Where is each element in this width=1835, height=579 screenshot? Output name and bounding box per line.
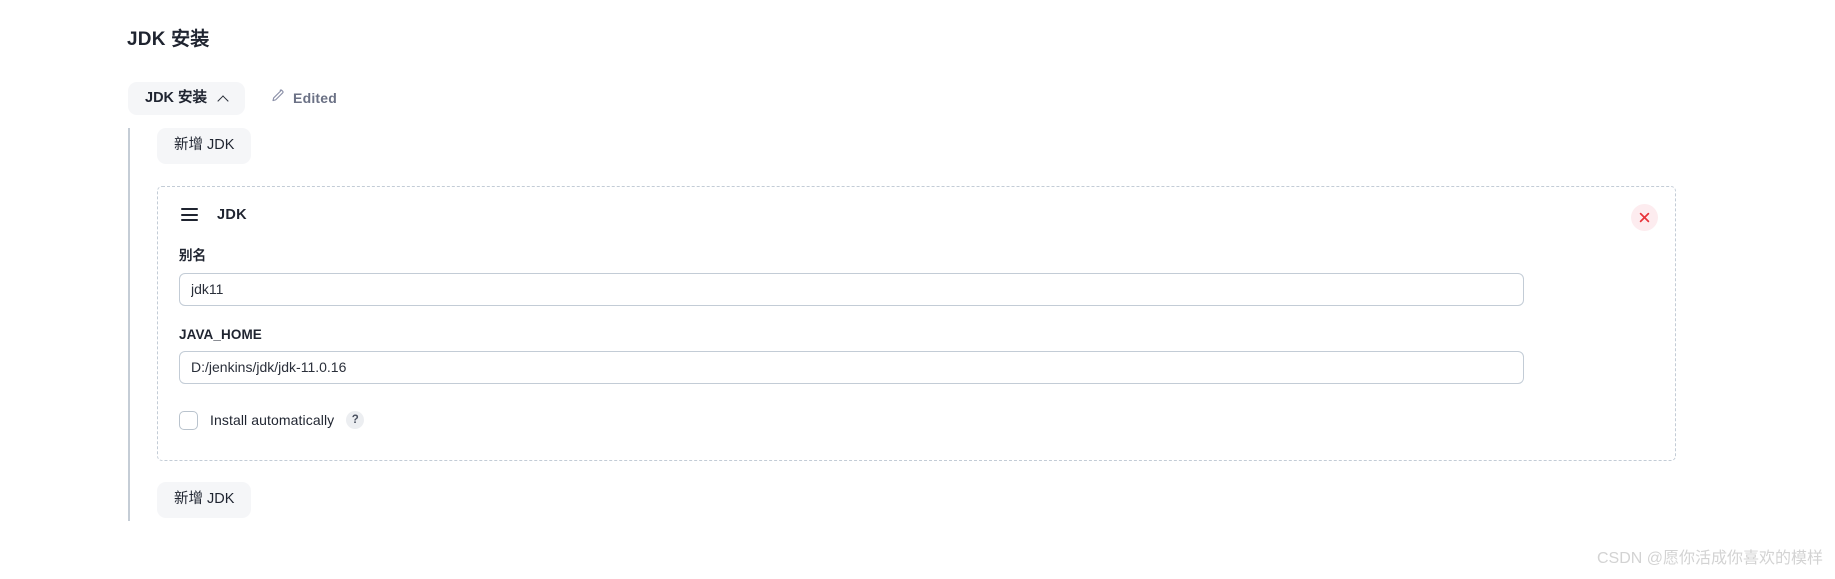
jdk-card-header: JDK [178, 207, 1654, 223]
jdk-card-title: JDK [217, 206, 247, 223]
section-toggle-row: JDK 安装 Edited [128, 82, 337, 115]
section-chip-label: JDK 安装 [145, 90, 208, 106]
edited-status: Edited [269, 88, 337, 109]
help-icon[interactable]: ? [346, 411, 365, 430]
remove-jdk-button[interactable] [1631, 203, 1658, 231]
field-alias: 别名 [178, 244, 1654, 306]
page-title: JDK 安装 [127, 29, 210, 50]
install-automatically-row: Install automatically ? [178, 410, 1654, 430]
edited-label: Edited [293, 90, 338, 107]
pencil-icon [269, 88, 285, 109]
close-icon [1639, 212, 1650, 223]
install-automatically-label: Install automatically [210, 412, 335, 429]
watermark: CSDN @愿你活成你喜欢的模样 [1596, 550, 1823, 567]
field-java-home: JAVA_HOME [178, 327, 1654, 384]
install-automatically-checkbox[interactable] [179, 410, 198, 430]
field-alias-input[interactable] [179, 272, 1524, 306]
jdk-entry-card: JDK 别名 JAVA_HOME Install automatically ? [157, 185, 1676, 461]
add-jdk-button-bottom[interactable]: 新增 JDK [157, 481, 252, 518]
field-java-home-label: JAVA_HOME [179, 326, 262, 342]
add-jdk-button-top[interactable]: 新增 JDK [157, 128, 252, 164]
field-alias-label: 别名 [179, 247, 207, 263]
section-toggle-button[interactable]: JDK 安装 [128, 82, 246, 115]
chevron-up-icon [218, 93, 229, 104]
jdk-section-content: 新增 JDK JDK 别名 JAVA_HOME Install aut [157, 128, 1717, 518]
section-guide-rail [128, 128, 130, 521]
field-java-home-input[interactable] [179, 350, 1524, 384]
drag-handle-icon[interactable] [181, 208, 198, 222]
